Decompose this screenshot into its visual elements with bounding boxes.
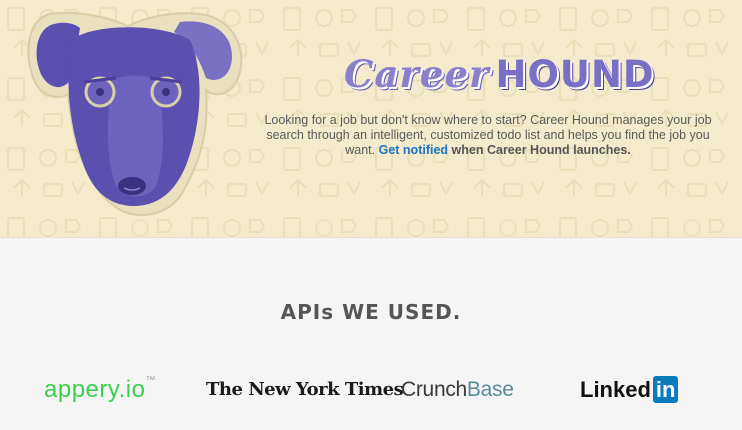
- brand-script-text: Career: [344, 52, 490, 96]
- linkedin-logo-text: Linked: [580, 377, 651, 402]
- career-hound-dog-logo: [27, 11, 243, 217]
- appery-logo: appery.io™: [44, 374, 156, 406]
- nyt-logo: The New York Times: [206, 379, 404, 400]
- crunchbase-logo-part1: Crunch: [401, 378, 467, 401]
- crunchbase-logo: CrunchBase: [401, 374, 514, 406]
- hero-description: Looking for a job but don't know where t…: [262, 113, 714, 158]
- hero-banner: Career HOUND Looking for a job but don't …: [0, 0, 742, 237]
- appery-logo-text: appery.io: [44, 376, 146, 403]
- cta-suffix: when Career Hound launches.: [451, 143, 631, 157]
- appery-tm: ™: [145, 375, 156, 386]
- crunchbase-logo-part2: Base: [466, 378, 514, 401]
- brand-bold-text: HOUND: [495, 52, 655, 96]
- hero-divider: [0, 237, 742, 238]
- linkedin-logo: Linked in: [580, 374, 679, 406]
- brand-title: Career HOUND: [344, 52, 655, 102]
- apis-section-title: APIs WE USED.: [280, 300, 462, 324]
- get-notified-link[interactable]: Get notified: [379, 143, 448, 157]
- linkedin-in-box: in: [652, 375, 679, 403]
